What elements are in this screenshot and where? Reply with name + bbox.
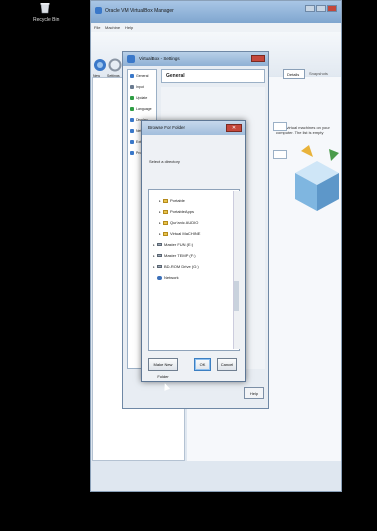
tree-node-label: PortableApps: [170, 209, 195, 214]
folder-icon: [163, 231, 168, 236]
drive-icon: [157, 243, 162, 247]
cancel-button[interactable]: Cancel: [217, 358, 237, 371]
tab-details[interactable]: Details: [283, 69, 305, 79]
tree-node[interactable]: ▸ BD-ROM Drive (G:): [153, 264, 199, 270]
tree-node[interactable]: ▸ Master FUN (E:): [153, 242, 193, 248]
tree-node-label: Master FUN (E:): [164, 242, 194, 247]
browse-titlebar[interactable]: Browse For Folder ✕: [142, 121, 245, 135]
settings-nav-icon: [130, 96, 134, 101]
make-new-folder-button[interactable]: Make New Folder: [148, 358, 178, 379]
folder-icon: [163, 209, 168, 214]
menu-machine[interactable]: Machine: [105, 25, 120, 30]
browse-prompt: Select a directory: [149, 159, 180, 164]
settings-nav-icon: [130, 85, 134, 90]
recycle-bin-icon[interactable]: [38, 2, 52, 14]
tree-scrollbar-thumb[interactable]: [234, 281, 239, 311]
tree-scrollbar[interactable]: [233, 191, 240, 349]
settings-nav-item-language[interactable]: Language: [130, 107, 156, 115]
settings-nav-label: General: [136, 74, 149, 78]
manager-titlebar[interactable]: Oracle VM VirtualBox Manager: [91, 1, 341, 23]
virtualbox-cube-icon: [289, 141, 345, 221]
settings-title: VirtualBox - Settings: [139, 56, 180, 61]
browse-for-folder-dialog: Browse For Folder ✕ Select a directory ▸…: [141, 120, 246, 382]
tree-node[interactable]: ▸ Virtual MaCHINE: [159, 231, 200, 237]
menu-help[interactable]: Help: [125, 25, 133, 30]
settings-section-header: General: [161, 69, 265, 83]
settings-nav-icon: [130, 151, 134, 156]
settings-close-button[interactable]: [251, 55, 265, 62]
drive-icon: [157, 254, 162, 258]
folder-icon: [163, 198, 168, 203]
tree-node-label: Network: [164, 275, 179, 280]
close-button[interactable]: [327, 5, 337, 12]
settings-gear-icon[interactable]: [108, 58, 122, 72]
help-button[interactable]: Help: [244, 387, 264, 399]
settings-app-icon: [127, 55, 135, 63]
minimize-button[interactable]: [305, 5, 315, 12]
settings-nav-item-update[interactable]: Update: [130, 96, 156, 104]
manager-title: Oracle VM VirtualBox Manager: [105, 8, 174, 14]
settings-nav-icon: [130, 118, 134, 123]
drive-icon: [157, 265, 162, 269]
ok-button[interactable]: OK: [194, 358, 211, 371]
tab-snapshots[interactable]: Snapshots: [309, 71, 328, 76]
settings-titlebar[interactable]: VirtualBox - Settings: [123, 52, 268, 66]
settings-nav-item-general[interactable]: General: [130, 74, 156, 82]
settings-dropdown-2[interactable]: [273, 150, 287, 159]
tree-node-label: Qur'anic AUDIO: [170, 220, 199, 225]
tree-node[interactable]: ▸ Master TEMP (F:): [153, 253, 196, 259]
menu-bar: File Machine Help: [91, 23, 341, 32]
virtualbox-app-icon: [95, 7, 102, 14]
tree-node[interactable]: Network: [153, 275, 179, 280]
folder-icon: [163, 220, 168, 225]
settings-nav-label: Language: [136, 107, 152, 111]
settings-nav-icon: [130, 140, 134, 145]
tree-node-label: BD-ROM Drive (G:): [164, 264, 199, 269]
tree-node-label: Master TEMP (F:): [164, 253, 196, 258]
folder-tree[interactable]: ▸ Portable ▸ PortableApps ▸ Qur'anic AUDIO ▸ Vi…: [148, 189, 240, 351]
tree-node[interactable]: ▸ Qur'anic AUDIO: [159, 220, 198, 226]
recycle-bin-label: Recycle Bin: [33, 17, 60, 23]
new-vm-icon[interactable]: [93, 58, 107, 72]
browse-title: Browse For Folder: [148, 125, 186, 130]
network-icon: [157, 275, 162, 280]
tree-node-label: Virtual MaCHINE: [170, 231, 201, 236]
settings-nav-label: Input: [136, 85, 144, 89]
settings-dropdown-1[interactable]: [273, 122, 287, 131]
settings-nav-icon: [130, 74, 134, 79]
settings-nav-label: Update: [136, 96, 148, 100]
maximize-button[interactable]: [316, 5, 326, 12]
settings-nav-item-input[interactable]: Input: [130, 85, 156, 93]
tree-node-label: Portable: [170, 198, 185, 203]
browse-close-button[interactable]: ✕: [226, 124, 242, 132]
tree-node[interactable]: ▸ Portable: [159, 198, 185, 204]
tree-node[interactable]: ▸ PortableApps: [159, 209, 194, 215]
menu-file[interactable]: File: [94, 25, 100, 30]
settings-nav-icon: [130, 107, 134, 112]
settings-nav-icon: [130, 129, 134, 134]
